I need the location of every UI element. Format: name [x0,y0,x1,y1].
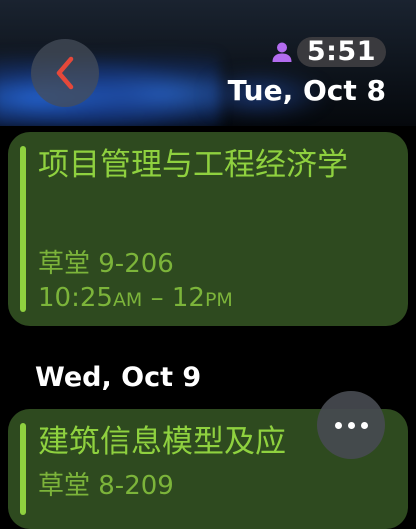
event-title: 项目管理与工程经济学 [38,147,348,183]
event-location: 草堂 8-209 [38,471,174,501]
event-time-end-suffix: PM [204,289,233,311]
event-color-bar [20,423,26,515]
more-button[interactable] [317,391,385,459]
event-time-separator: – [142,283,172,313]
header: 5:51 Tue, Oct 8 [0,0,416,126]
event-location: 草堂 9-206 [38,249,174,279]
clock-time: 5:51 [296,37,386,67]
person-icon [272,42,292,62]
event-time-start-suffix: AM [112,289,143,311]
chevron-left-icon [56,56,74,90]
status-area: 5:51 [271,36,386,68]
date-label: Tue, Oct 8 [227,74,386,107]
event-color-bar [20,146,26,312]
event-time-start: 10:25 [38,283,113,313]
event-time-end: 12 [171,283,205,313]
event-card[interactable]: 项目管理与工程经济学 草堂 9-206 10:25AM – 12PM [8,132,408,326]
back-button[interactable] [31,39,99,107]
ellipsis-icon [332,421,371,429]
day-heading: Wed, Oct 9 [35,362,202,393]
event-time: 10:25AM – 12PM [38,283,233,313]
